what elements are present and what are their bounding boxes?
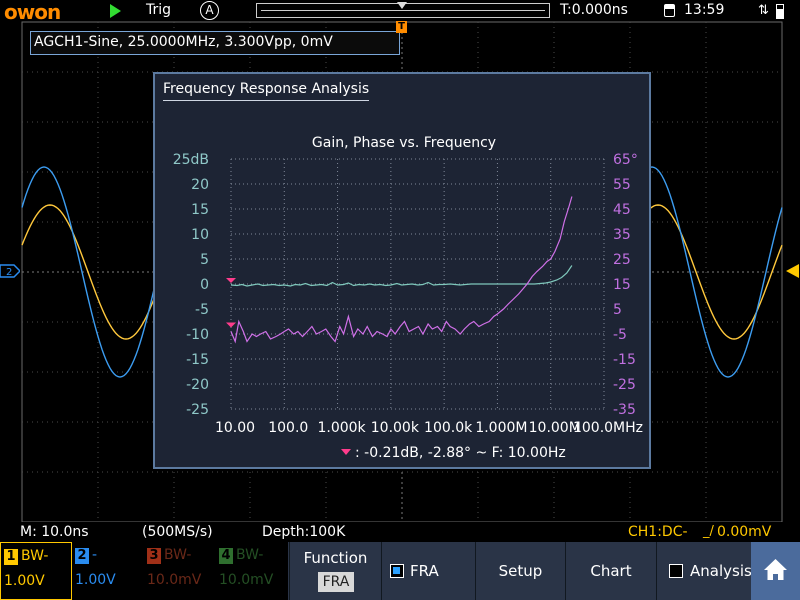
gain-cursor-icon <box>226 278 236 283</box>
timebase-readout[interactable]: M: 10.0ns <box>20 524 89 540</box>
right-tick-label: -35 <box>613 402 636 418</box>
x-tick-label: 100.0MHz <box>573 420 643 436</box>
trigger-level-marker-icon[interactable] <box>786 264 799 278</box>
right-tick-label: 5 <box>613 302 622 318</box>
right-tick-label: -25 <box>613 377 636 393</box>
chart-label: Chart <box>590 562 632 580</box>
channel-4-number: 4 <box>219 548 233 564</box>
left-tick-label: 0 <box>200 277 209 293</box>
x-tick-label: 10.00k <box>371 420 420 436</box>
analysis-checkbox[interactable] <box>669 564 683 578</box>
phase-series-line <box>230 196 573 344</box>
channel-3-bandwidth: BW- <box>164 547 192 563</box>
right-tick-label: -5 <box>613 327 627 343</box>
fra-chart: Gain, Phase vs. Frequency 25dB 20 15 10 5 0 -5 -… <box>173 135 643 461</box>
right-tick-label: 35 <box>613 227 631 243</box>
gain-series-line <box>230 265 573 287</box>
fra-window: Frequency Response Analysis Gain, Phase … <box>153 72 651 469</box>
function-menu-button[interactable]: Function FRA <box>289 542 381 600</box>
left-tick-label: 10 <box>191 227 209 243</box>
channel-1-bandwidth: BW- <box>21 548 49 564</box>
setup-button[interactable]: Setup <box>475 542 565 600</box>
phase-cursor-icon <box>226 322 236 328</box>
channel-4-box[interactable]: 4 BW- 10.0mV <box>216 542 288 600</box>
channel-3-box[interactable]: 3 BW- 10.0mV <box>144 542 216 600</box>
memory-depth-readout[interactable]: Depth:100K <box>262 524 345 540</box>
right-tick-label: 45 <box>613 202 631 218</box>
svg-text:2: 2 <box>6 267 12 278</box>
awg-status-box: AGCH1-Sine, 25.0000MHz, 3.300Vpp, 0mV <box>30 31 400 55</box>
chart-button[interactable]: Chart <box>565 542 656 600</box>
x-tick-label: 10.00 <box>215 420 255 436</box>
channel-1-box[interactable]: 1 BW- 1.00V <box>0 542 72 600</box>
channel-2-box[interactable]: 2 - 1.00V <box>72 542 144 600</box>
left-tick-label: -5 <box>195 302 209 318</box>
readout-cursor-icon <box>341 449 351 455</box>
trigger-edge-icon: _/ <box>703 524 714 539</box>
left-tick-label: 15 <box>191 202 209 218</box>
channel-2-number: 2 <box>75 548 89 564</box>
channel-3-number: 3 <box>147 548 161 564</box>
x-tick-label: 100.0k <box>424 420 473 436</box>
right-tick-label: 55 <box>613 177 631 193</box>
fra-toggle-label: FRA <box>410 562 439 580</box>
channel-3-scale: 10.0mV <box>147 572 202 588</box>
channel-1-number: 1 <box>4 549 18 565</box>
setup-label: Setup <box>498 562 543 580</box>
left-tick-label: -10 <box>186 327 209 343</box>
sample-rate-readout: (500MS/s) <box>142 524 213 540</box>
left-tick-label: 5 <box>200 252 209 268</box>
x-tick-label: 100.0 <box>268 420 308 436</box>
left-tick-label: -25 <box>186 402 209 418</box>
chart-title: Gain, Phase vs. Frequency <box>312 135 496 151</box>
function-label: Function <box>303 549 368 567</box>
analysis-label: Analysis <box>690 562 752 580</box>
left-tick-label: 25dB <box>173 152 209 168</box>
trigger-source-readout[interactable]: CH1:DC- <box>628 524 688 540</box>
ch2-offset-marker-icon[interactable]: 2 <box>0 264 22 281</box>
channel-4-bandwidth: BW- <box>236 547 264 563</box>
channel-1-scale: 1.00V <box>4 573 45 589</box>
home-button[interactable] <box>751 542 800 600</box>
right-tick-label: -15 <box>613 352 636 368</box>
fra-checkbox[interactable] <box>390 564 404 578</box>
acquisition-status-bar: M: 10.0ns (500MS/s) Depth:100K CH1:DC- _… <box>0 522 800 542</box>
x-tick-label: 1.000k <box>317 420 366 436</box>
soft-menu-bar: 1 BW- 1.00V 2 - 1.00V 3 BW- 10.0mV 4 BW-… <box>0 542 800 600</box>
cursor-readout: : -0.21dB, -2.88° ~ F: 10.00Hz <box>355 445 566 461</box>
left-tick-label: -20 <box>186 377 209 393</box>
right-tick-label: 25 <box>613 252 631 268</box>
channel-4-scale: 10.0mV <box>219 572 274 588</box>
channel-2-scale: 1.00V <box>75 572 116 588</box>
left-tick-label: -15 <box>186 352 209 368</box>
channel-2-bandwidth: - <box>92 547 98 563</box>
left-tick-label: 20 <box>191 177 209 193</box>
right-tick-label: 15 <box>613 277 631 293</box>
x-tick-label: 1.000M <box>475 420 527 436</box>
right-tick-label: 65° <box>613 152 638 168</box>
fra-checkbox-checked <box>393 567 400 574</box>
trigger-position-icon[interactable]: T <box>396 21 407 33</box>
trigger-level-readout: 0.00mV <box>717 524 772 540</box>
home-icon <box>764 559 787 580</box>
function-value: FRA <box>318 572 354 592</box>
